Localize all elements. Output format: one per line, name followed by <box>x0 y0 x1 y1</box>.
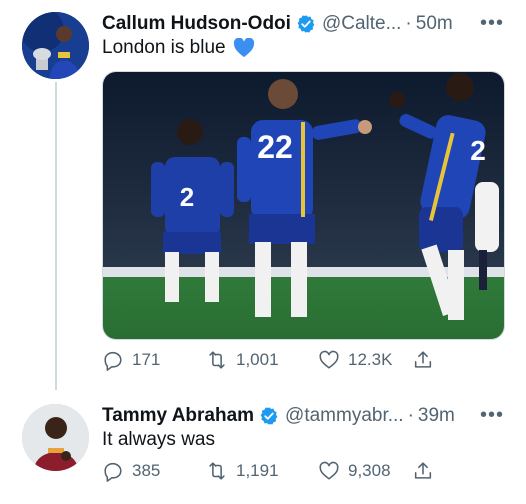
reply-icon <box>104 351 122 371</box>
heart-icon <box>319 350 339 369</box>
share-button[interactable] <box>412 349 442 371</box>
tweet[interactable]: Tammy Abraham @tammyabr... · 39m ••• It … <box>0 392 526 504</box>
author-name[interactable]: Tammy Abraham <box>102 405 254 427</box>
avatar[interactable] <box>22 12 89 79</box>
author-name[interactable]: Callum Hudson-Odoi <box>102 13 291 35</box>
tweet[interactable]: Callum Hudson-Odoi @Calte... · 50m ••• L… <box>0 0 526 390</box>
share-icon <box>414 462 432 479</box>
reply-icon <box>104 462 122 482</box>
more-icon[interactable]: ••• <box>480 12 504 35</box>
tweet-actions: 385 1,191 9,308 <box>102 460 442 482</box>
share-icon <box>414 351 432 368</box>
tweet-photo[interactable]: 2 22 2 <box>102 71 505 340</box>
tweet-text-content: It always was <box>102 429 215 450</box>
timestamp[interactable]: 39m <box>418 405 455 427</box>
verified-badge-icon <box>296 14 316 34</box>
retweet-count: 1,001 <box>236 350 279 369</box>
more-icon[interactable]: ••• <box>480 404 504 427</box>
tweet-header: Tammy Abraham @tammyabr... · 39m ••• <box>102 404 504 428</box>
retweet-button[interactable]: 1,001 <box>206 349 318 371</box>
retweet-icon <box>209 351 225 369</box>
tweet-text: London is blue <box>102 37 255 59</box>
jersey-number: 22 <box>257 129 293 165</box>
like-count: 9,308 <box>348 461 391 480</box>
tweet-text: It always was <box>102 429 215 451</box>
like-button[interactable]: 9,308 <box>318 460 412 482</box>
reply-button[interactable]: 171 <box>102 349 206 371</box>
jersey-number: 2 <box>180 182 194 212</box>
author-handle[interactable]: @tammyabr... <box>285 405 404 427</box>
separator-dot: · <box>407 405 414 426</box>
heart-icon <box>319 461 339 480</box>
retweet-count: 1,191 <box>236 461 279 480</box>
blue-heart-icon <box>233 38 255 58</box>
retweet-button[interactable]: 1,191 <box>206 460 318 482</box>
tweet-header: Callum Hudson-Odoi @Calte... · 50m ••• <box>102 12 504 36</box>
author-handle[interactable]: @Calte... <box>322 13 401 35</box>
verified-badge-icon <box>259 406 279 426</box>
tweet-text-content: London is blue <box>102 37 226 58</box>
reply-button[interactable]: 385 <box>102 460 206 482</box>
avatar[interactable] <box>22 404 89 471</box>
share-button[interactable] <box>412 460 442 482</box>
timestamp[interactable]: 50m <box>416 13 453 35</box>
retweet-icon <box>209 462 225 480</box>
separator-dot: · <box>405 13 412 34</box>
jersey-number: 2 <box>470 135 486 166</box>
like-count: 12.3K <box>348 350 393 369</box>
reply-count: 385 <box>132 461 161 480</box>
reply-count: 171 <box>132 350 161 369</box>
tweet-actions: 171 1,001 12.3K <box>102 349 442 371</box>
like-button[interactable]: 12.3K <box>318 349 412 371</box>
